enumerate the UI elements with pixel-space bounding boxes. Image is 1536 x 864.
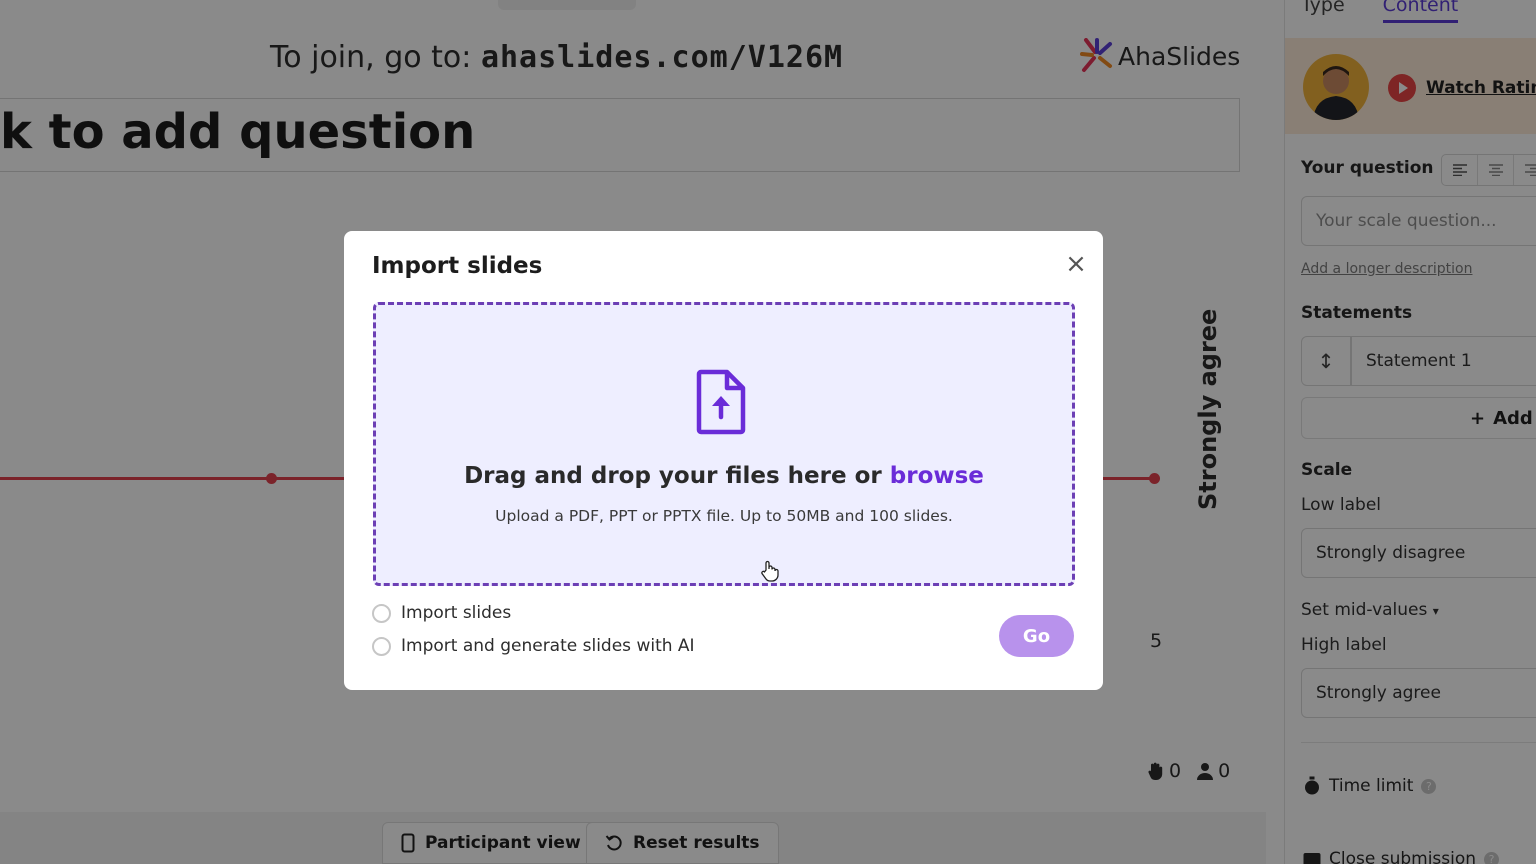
drop-instructions: Drag and drop your files here or browse bbox=[376, 463, 1072, 489]
hand-pointer-icon bbox=[761, 560, 779, 582]
file-dropzone[interactable]: Drag and drop your files here or browse … bbox=[373, 302, 1075, 586]
go-button[interactable]: Go bbox=[999, 615, 1074, 657]
option-import-ai-label: Import and generate slides with AI bbox=[401, 636, 695, 656]
dialog-title: Import slides bbox=[372, 253, 543, 279]
close-icon[interactable]: × bbox=[1062, 251, 1090, 279]
radio-import-ai[interactable] bbox=[372, 636, 391, 656]
option-import-slides[interactable]: Import slides bbox=[372, 603, 511, 623]
radio-import-slides[interactable] bbox=[372, 603, 391, 623]
drop-text: Drag and drop your files here or bbox=[464, 463, 890, 489]
option-import-slides-label: Import slides bbox=[401, 603, 512, 623]
import-slides-dialog: Import slides × Drag and drop your files… bbox=[344, 231, 1103, 690]
upload-hint: Upload a PDF, PPT or PPTX file. Up to 50… bbox=[495, 507, 953, 525]
file-upload-icon bbox=[696, 369, 746, 435]
option-import-ai[interactable]: Import and generate slides with AI bbox=[372, 636, 695, 656]
browse-link[interactable]: browse bbox=[890, 463, 984, 489]
